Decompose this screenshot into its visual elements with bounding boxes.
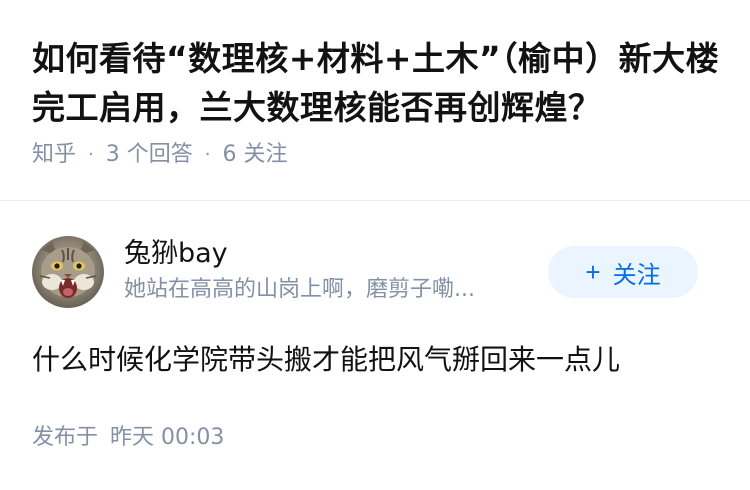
divider [0, 200, 750, 201]
author-name[interactable]: 兔狲bay [124, 235, 544, 273]
author-bio: 她站在高高的山岗上啊，磨剪子嘞... [124, 277, 475, 302]
published-label: 发布于 [32, 425, 99, 450]
question-header: 如何看待“数理核+材料+土木”（榆中）新大楼完工启用，兰大数理核能否再创辉煌？ … [32, 34, 722, 170]
author-info: 兔狲bay 她站在高高的山岗上啊，磨剪子嘞... [124, 235, 544, 307]
source-label[interactable]: 知乎 [32, 140, 76, 170]
published-time: 昨天 00:03 [110, 425, 225, 450]
answer-content[interactable]: 什么时候化学院带头搬才能把风气掰回来一点儿 [32, 340, 722, 380]
plus-icon: + [585, 256, 601, 287]
answers-count[interactable]: 3 个回答 [106, 140, 193, 170]
follow-button[interactable]: + 关注 [548, 246, 698, 298]
published-info: 发布于 昨天 00:03 [32, 423, 224, 453]
avatar[interactable] [32, 236, 104, 308]
meta-separator: · [204, 144, 211, 165]
cat-avatar-icon [32, 236, 104, 308]
author-card: 兔狲bay 她站在高高的山岗上啊，磨剪子嘞... + 关注 [32, 235, 718, 311]
meta-separator: · [88, 144, 94, 165]
question-title[interactable]: 如何看待“数理核+材料+土木”（榆中）新大楼完工启用，兰大数理核能否再创辉煌？ [32, 34, 722, 132]
question-meta: 知乎 · 3 个回答 · 6 关注 [32, 140, 722, 170]
followers-count[interactable]: 6 关注 [222, 140, 287, 170]
follow-label: 关注 [612, 261, 661, 289]
